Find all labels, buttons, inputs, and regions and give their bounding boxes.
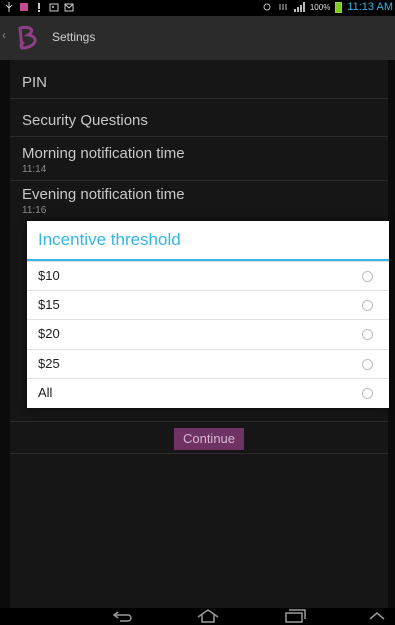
notification-icon [20,3,28,11]
morning-notification-label: Morning notification time [22,145,185,162]
signal-icon [293,2,305,12]
radio-button[interactable] [362,300,373,311]
image-icon [49,3,59,12]
evening-notification-value: 11:16 [22,205,47,216]
status-icons-left [4,2,74,12]
option-label: All [38,385,53,400]
option-label: $20 [38,326,60,341]
data-icon [279,4,287,10]
setting-security-questions-label: Security Questions [22,112,148,129]
setting-evening-notification[interactable]: Evening notification time 11:16 [22,186,185,216]
option-item[interactable]: $10 [27,261,389,290]
battery-icon [335,1,343,13]
setting-pin[interactable]: PIN [22,74,47,91]
setting-pin-label: PIN [22,74,48,91]
usb-icon [5,2,13,12]
alert-icon [38,3,40,12]
radio-button[interactable] [362,271,373,282]
divider [10,136,388,137]
option-label: $25 [38,356,60,371]
chevron-left-icon[interactable]: ‹ [2,28,6,42]
status-icons-right: 100% 11:13 AM [261,1,393,13]
incentive-threshold-dialog: Incentive threshold $10 $15 $20 $25 All [27,221,389,408]
battery-percent: 100% [309,2,331,12]
setting-morning-notification[interactable]: Morning notification time 11:14 [22,145,185,175]
option-item[interactable]: $15 [27,290,389,319]
option-item[interactable]: $25 [27,349,389,378]
radio-button[interactable] [362,388,373,399]
page-title: Settings [52,30,96,44]
status-time: 11:13 AM [347,1,393,13]
option-item[interactable]: All [27,378,389,407]
dialog-title: Incentive threshold [38,230,181,249]
mail-icon [64,3,74,12]
divider [10,180,388,181]
menu-up-icon[interactable] [368,609,386,623]
status-bar: 100% 11:13 AM [0,0,395,16]
radio-button[interactable] [362,329,373,340]
option-label: $10 [38,268,60,283]
wifi-icon [263,3,271,11]
dialog-header: Incentive threshold [27,221,389,261]
app-logo-icon[interactable] [14,24,42,52]
radio-button[interactable] [362,359,373,370]
divider [10,421,388,422]
option-item[interactable]: $20 [27,319,389,348]
back-icon[interactable] [112,609,134,623]
navigation-bar [0,608,395,625]
home-icon[interactable] [196,609,220,623]
recent-apps-icon[interactable] [284,609,306,623]
action-bar: ‹ Settings [0,16,395,60]
morning-notification-value: 11:14 [22,164,47,175]
evening-notification-label: Evening notification time [22,186,185,203]
divider [10,98,388,99]
divider [10,453,388,454]
setting-security-questions[interactable]: Security Questions [22,112,148,129]
continue-button[interactable]: Continue [174,428,244,450]
option-label: $15 [38,297,60,312]
